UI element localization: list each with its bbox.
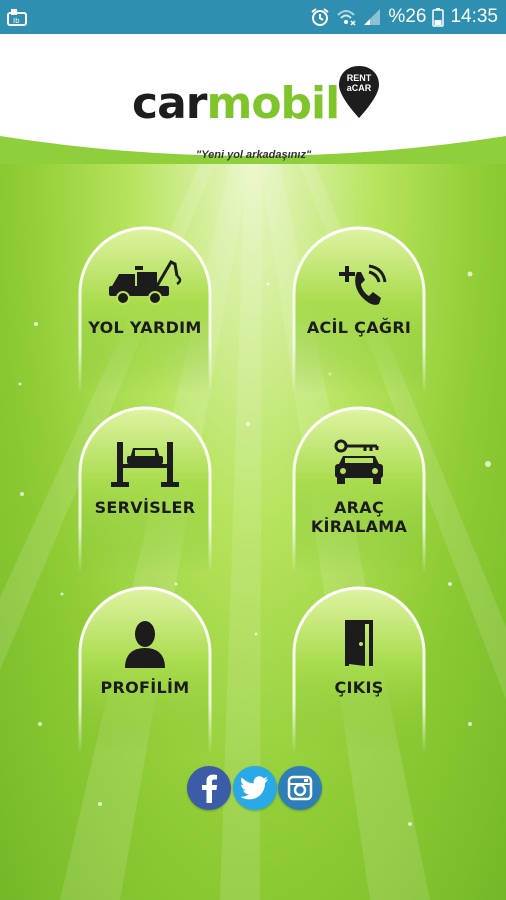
tow-truck-icon (109, 260, 182, 305)
user-icon (125, 621, 165, 668)
twitter-button[interactable] (233, 766, 277, 810)
status-bar: Ib %26 14:35 (0, 0, 506, 34)
instagram-icon (287, 775, 313, 801)
menu-servisler[interactable]: SERVİSLER (78, 406, 212, 574)
notification-icon: Ib (7, 9, 27, 26)
exit-door-icon (345, 620, 373, 666)
emergency-call-icon (339, 264, 387, 305)
twitter-icon (241, 776, 268, 800)
clock: 14:35 (450, 6, 498, 27)
menu-label: YOL YARDIM (88, 318, 202, 337)
menu-label: ARAÇ KİRALAMA (310, 498, 408, 536)
app-header: car mobil RENT aCAR "Yeni yol arkadaşını… (0, 34, 506, 164)
menu-profilim[interactable]: PROFİLİM (78, 586, 212, 754)
alarm-icon (311, 8, 330, 26)
car-key-icon (334, 439, 383, 484)
logo-text-car: car (132, 78, 207, 129)
battery-percent: %26 (388, 6, 427, 27)
badge-line1: RENT (346, 73, 372, 83)
menu-acil-cagri[interactable]: ACİL ÇAĞRI (292, 226, 426, 394)
car-lift-icon (111, 442, 179, 487)
menu-label: ÇIKIŞ (334, 678, 384, 697)
signal-icon (364, 9, 381, 25)
menu-label: PROFİLİM (100, 678, 190, 697)
menu-arac-kiralama[interactable]: ARAÇ KİRALAMA (292, 406, 426, 574)
menu-cikis[interactable]: ÇIKIŞ (292, 586, 426, 754)
badge-line2: aCAR (346, 83, 372, 93)
menu-yol-yardim[interactable]: YOL YARDIM (78, 226, 212, 394)
instagram-button[interactable] (278, 766, 322, 810)
battery-icon (432, 8, 445, 27)
svg-text:Ib: Ib (13, 17, 20, 25)
wifi-icon (337, 10, 356, 26)
facebook-icon (202, 774, 217, 803)
menu-label: ACİL ÇAĞRI (306, 318, 412, 337)
logo-text-mobil: mobil (206, 78, 340, 129)
app-logo: car mobil (132, 76, 340, 129)
facebook-button[interactable] (187, 766, 231, 810)
menu-label: SERVİSLER (94, 498, 196, 517)
tagline: "Yeni yol arkadaşınız" (196, 149, 312, 161)
rent-a-car-badge: RENT aCAR (336, 64, 382, 120)
